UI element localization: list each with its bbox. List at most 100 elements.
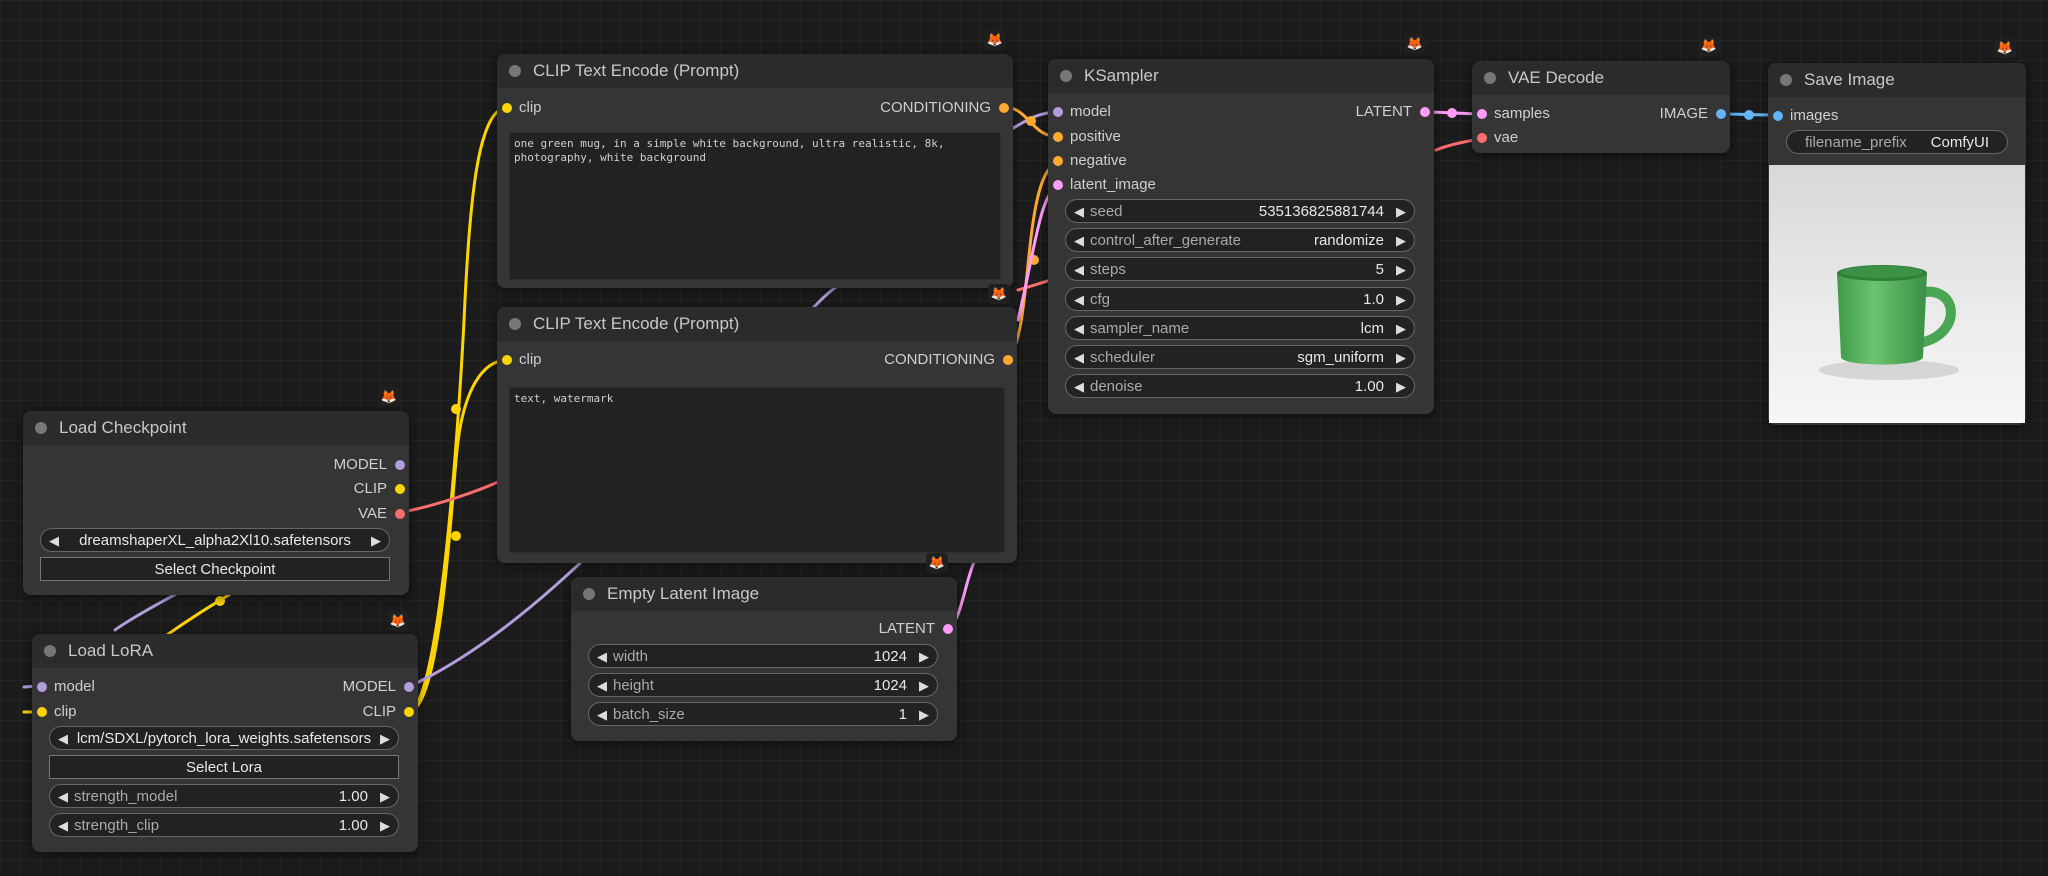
strength-model-widget[interactable]: ◀ strength_model 1.00 ▶ (49, 784, 399, 808)
steps-widget[interactable]: ◀ steps 5 ▶ (1065, 257, 1415, 281)
slot-dot[interactable] (404, 682, 414, 692)
increment-arrow-icon[interactable]: ▶ (1396, 288, 1406, 312)
increment-arrow-icon[interactable]: ▶ (1396, 317, 1406, 341)
input-slot-model[interactable]: model (1048, 103, 1111, 121)
input-slot-samples[interactable]: samples (1472, 105, 1550, 123)
node-empty-latent-image[interactable]: Empty Latent Image LATENT ◀ width 1024 ▶… (571, 577, 957, 741)
decrement-arrow-icon[interactable]: ◀ (1074, 200, 1084, 224)
slot-dot[interactable] (395, 460, 405, 470)
collapse-toggle[interactable] (509, 318, 521, 330)
slot-dot[interactable] (1053, 107, 1063, 117)
increment-arrow-icon[interactable]: ▶ (380, 727, 390, 751)
slot-dot[interactable] (1773, 111, 1783, 121)
decrement-arrow-icon[interactable]: ◀ (597, 645, 607, 669)
slot-dot[interactable] (1477, 109, 1487, 119)
seed-widget[interactable]: ◀ seed 535136825881744 ▶ (1065, 199, 1415, 223)
slot-dot[interactable] (502, 103, 512, 113)
collapse-toggle[interactable] (1780, 74, 1792, 86)
output-slot-conditioning[interactable]: CONDITIONING (884, 351, 1017, 369)
increment-arrow-icon[interactable]: ▶ (919, 645, 929, 669)
slot-dot[interactable] (999, 103, 1009, 113)
node-save-image[interactable]: Save Image images filename_prefix ComfyU… (1768, 63, 2026, 425)
node-clip-text-encode-negative[interactable]: CLIP Text Encode (Prompt) clip CONDITION… (497, 307, 1017, 563)
output-image-preview[interactable] (1769, 165, 2025, 423)
input-slot-clip[interactable]: clip (497, 351, 542, 369)
slot-dot[interactable] (395, 509, 405, 519)
node-load-checkpoint[interactable]: Load Checkpoint MODEL CLIP VAE ◀ dreamsh… (23, 411, 409, 595)
collapse-toggle[interactable] (583, 588, 595, 600)
slot-dot[interactable] (1053, 180, 1063, 190)
denoise-widget[interactable]: ◀ denoise 1.00 ▶ (1065, 374, 1415, 398)
input-slot-clip[interactable]: clip (497, 99, 542, 117)
input-slot-model[interactable]: model (32, 678, 95, 696)
decrement-arrow-icon[interactable]: ◀ (1074, 229, 1084, 253)
slot-dot[interactable] (1053, 132, 1063, 142)
slot-dot[interactable] (37, 707, 47, 717)
increment-arrow-icon[interactable]: ▶ (1396, 375, 1406, 399)
slot-dot[interactable] (37, 682, 47, 692)
increment-arrow-icon[interactable]: ▶ (1396, 346, 1406, 370)
control-after-generate-widget[interactable]: ◀ control_after_generate randomize ▶ (1065, 228, 1415, 252)
height-widget[interactable]: ◀ height 1024 ▶ (588, 673, 938, 697)
collapse-toggle[interactable] (1484, 72, 1496, 84)
slot-dot[interactable] (502, 355, 512, 365)
width-widget[interactable]: ◀ width 1024 ▶ (588, 644, 938, 668)
slot-dot[interactable] (404, 707, 414, 717)
select-lora-button[interactable]: Select Lora (49, 755, 399, 779)
decrement-arrow-icon[interactable]: ◀ (58, 814, 68, 838)
node-title[interactable]: Save Image (1768, 63, 2026, 97)
slot-dot[interactable] (1003, 355, 1013, 365)
collapse-toggle[interactable] (1060, 70, 1072, 82)
filename-prefix-widget[interactable]: filename_prefix ComfyUI (1786, 130, 2008, 154)
output-slot-clip[interactable]: CLIP (363, 703, 418, 721)
decrement-arrow-icon[interactable]: ◀ (58, 785, 68, 809)
decrement-arrow-icon[interactable]: ◀ (597, 674, 607, 698)
increment-arrow-icon[interactable]: ▶ (919, 703, 929, 727)
decrement-arrow-icon[interactable]: ◀ (1074, 258, 1084, 282)
prompt-textarea[interactable]: text, watermark (509, 387, 1005, 553)
scheduler-widget[interactable]: ◀ scheduler sgm_uniform ▶ (1065, 345, 1415, 369)
decrement-arrow-icon[interactable]: ◀ (1074, 317, 1084, 341)
collapse-toggle[interactable] (35, 422, 47, 434)
lora-name-combo[interactable]: ◀ lcm/SDXL/pytorch_lora_weights.safetens… (49, 726, 399, 750)
slot-dot[interactable] (1420, 107, 1430, 117)
input-slot-positive[interactable]: positive (1048, 128, 1121, 146)
collapse-toggle[interactable] (44, 645, 56, 657)
output-slot-clip[interactable]: CLIP (354, 480, 409, 498)
decrement-arrow-icon[interactable]: ◀ (1074, 288, 1084, 312)
node-title[interactable]: Load Checkpoint (23, 411, 409, 445)
ckpt-name-combo[interactable]: ◀ dreamshaperXL_alpha2Xl10.safetensors ▶ (40, 528, 390, 552)
node-ksampler[interactable]: KSampler model positive negative latent_… (1048, 59, 1434, 414)
input-slot-negative[interactable]: negative (1048, 152, 1127, 170)
sampler-name-widget[interactable]: ◀ sampler_name lcm ▶ (1065, 316, 1415, 340)
slot-dot[interactable] (1477, 133, 1487, 143)
decrement-arrow-icon[interactable]: ◀ (1074, 346, 1084, 370)
decrement-arrow-icon[interactable]: ◀ (597, 703, 607, 727)
select-checkpoint-button[interactable]: Select Checkpoint (40, 557, 390, 581)
node-title[interactable]: Load LoRA (32, 634, 418, 668)
node-title[interactable]: CLIP Text Encode (Prompt) (497, 54, 1013, 88)
increment-arrow-icon[interactable]: ▶ (371, 529, 381, 553)
prompt-textarea[interactable]: one green mug, in a simple white backgro… (509, 132, 1001, 280)
node-title[interactable]: Empty Latent Image (571, 577, 957, 611)
increment-arrow-icon[interactable]: ▶ (919, 674, 929, 698)
node-title[interactable]: CLIP Text Encode (Prompt) (497, 307, 1017, 341)
increment-arrow-icon[interactable]: ▶ (380, 814, 390, 838)
input-slot-images[interactable]: images (1768, 107, 1838, 125)
slot-dot[interactable] (943, 624, 953, 634)
slot-dot[interactable] (1053, 156, 1063, 166)
decrement-arrow-icon[interactable]: ◀ (1074, 375, 1084, 399)
increment-arrow-icon[interactable]: ▶ (1396, 258, 1406, 282)
slot-dot[interactable] (1716, 109, 1726, 119)
output-slot-latent[interactable]: LATENT (879, 620, 957, 638)
batch-size-widget[interactable]: ◀ batch_size 1 ▶ (588, 702, 938, 726)
output-slot-vae[interactable]: VAE (358, 505, 409, 523)
cfg-widget[interactable]: ◀ cfg 1.0 ▶ (1065, 287, 1415, 311)
increment-arrow-icon[interactable]: ▶ (380, 785, 390, 809)
node-vae-decode[interactable]: VAE Decode samples vae IMAGE (1472, 61, 1730, 153)
input-slot-clip[interactable]: clip (32, 703, 77, 721)
node-load-lora[interactable]: Load LoRA model clip MODEL CLIP ◀ lcm/SD… (32, 634, 418, 852)
output-slot-model[interactable]: MODEL (343, 678, 418, 696)
output-slot-conditioning[interactable]: CONDITIONING (880, 99, 1013, 117)
node-title[interactable]: KSampler (1048, 59, 1434, 93)
